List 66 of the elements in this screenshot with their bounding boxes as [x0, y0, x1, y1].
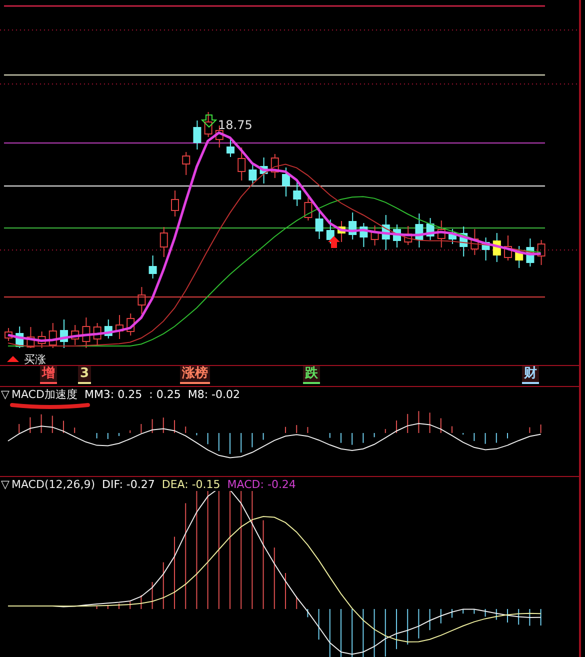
price-label: 18.75	[218, 118, 252, 132]
indicator-value: MM3: 0.25	[84, 388, 142, 400]
candlestick	[126, 313, 135, 336]
candlestick	[48, 322, 57, 348]
candlestick	[82, 317, 90, 348]
candlestick	[26, 326, 35, 348]
candlestick	[304, 197, 312, 221]
candlestick	[282, 167, 290, 197]
candlestick	[4, 328, 12, 342]
candlestick	[382, 214, 390, 250]
candlestick	[315, 210, 324, 240]
indicator-name: MACD加速度	[11, 386, 78, 402]
candlestick	[537, 240, 546, 266]
candlestick	[460, 226, 468, 257]
candlestick	[226, 138, 234, 158]
indicator-name: MACD(12,26,9)	[11, 478, 96, 490]
candlestick	[482, 237, 490, 261]
candlestick	[238, 147, 246, 181]
candlestick	[415, 213, 424, 248]
candlestick	[93, 322, 102, 346]
candlestick	[160, 226, 168, 258]
down-arrow-icon	[200, 114, 218, 128]
candlestick	[515, 246, 524, 268]
candlestick	[426, 218, 434, 240]
indicator-value: DIF: -0.27	[102, 478, 155, 490]
candlestick	[104, 319, 112, 339]
candlestick	[437, 220, 446, 248]
candlestick	[38, 331, 46, 348]
candlestick	[260, 157, 268, 184]
candlestick	[171, 190, 179, 217]
indicator-value: MACD: -0.24	[227, 478, 296, 490]
candlestick	[360, 222, 368, 248]
event-label: 增	[40, 366, 57, 384]
candlestick	[348, 212, 357, 240]
candlestick	[404, 226, 412, 246]
candlestick	[370, 225, 379, 246]
candlestick	[492, 232, 501, 262]
indicator-value: M8: -0.02	[188, 388, 240, 400]
indicator-value: : 0.25	[149, 388, 181, 400]
signal-label: 买涨	[24, 353, 46, 365]
candlestick	[193, 120, 202, 150]
candlestick	[504, 235, 512, 261]
candlestick	[470, 228, 479, 256]
up-arrow-icon	[7, 356, 19, 362]
candlestick	[71, 324, 80, 346]
candlestick	[16, 326, 24, 348]
up-arrow-icon	[328, 236, 340, 248]
candlestick	[526, 238, 534, 267]
candlestick	[116, 314, 124, 340]
collapse-toggle[interactable]: ▽	[1, 478, 10, 490]
event-label: 涨榜	[180, 366, 210, 384]
candlestick	[182, 152, 190, 176]
candlestick	[393, 224, 401, 248]
event-label: 跌	[303, 366, 320, 384]
candlestick	[293, 180, 302, 206]
candlestick	[338, 220, 346, 242]
collapse-toggle[interactable]: ▽	[1, 388, 10, 400]
candlestick	[204, 112, 212, 138]
event-label: 3	[78, 366, 92, 384]
indicator-value: DEA: -0.15	[162, 478, 220, 490]
candlestick	[148, 255, 157, 279]
event-label: 财	[522, 366, 539, 384]
candlestick	[248, 164, 257, 186]
candlestick	[448, 228, 456, 244]
candlestick	[270, 154, 279, 178]
candlestick	[60, 319, 68, 348]
